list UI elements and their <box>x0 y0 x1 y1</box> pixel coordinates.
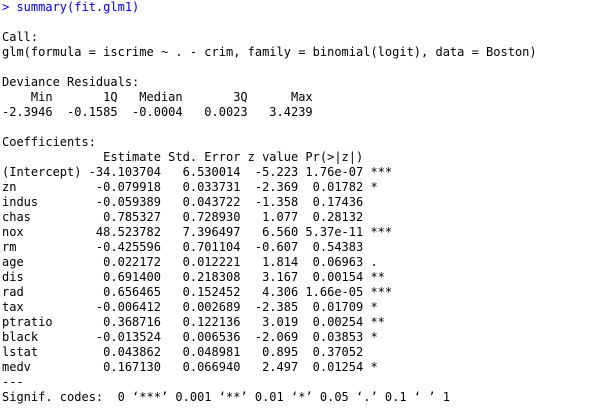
coefficient-row-zn: zn -0.079918 0.033731 -2.369 0.01782 * <box>2 180 393 194</box>
coefficient-row-rad: rad 0.656465 0.152452 4.306 1.66e-05 *** <box>2 285 393 299</box>
signif-codes-line: Signif. codes: 0 ‘***’ 0.001 ‘**’ 0.01 ‘… <box>2 390 450 404</box>
coefficient-row-nox: nox 48.523782 7.396497 6.560 5.37e-11 **… <box>2 225 393 239</box>
r-console-output: > summary(fit.glm1) Call: glm(formula = … <box>0 0 600 409</box>
coefficient-row-chas: chas 0.785327 0.728930 1.077 0.28132 <box>2 210 393 224</box>
coefficients-header: Coefficients: <box>2 135 96 149</box>
deviance-values-row: -2.3946 -0.1585 -0.0004 0.0023 3.4239 <box>2 105 328 119</box>
coefficient-row-rm: rm -0.425596 0.701104 -0.607 0.54383 <box>2 240 393 254</box>
command-line: > summary(fit.glm1) <box>2 0 140 14</box>
coefficient-row-dis: dis 0.691400 0.218308 3.167 0.00154 ** <box>2 270 393 284</box>
coefficients-column-header: Estimate Std. Error z value Pr(>|z|) <box>2 150 393 164</box>
coefficient-row-indus: indus -0.059389 0.043722 -1.358 0.17436 <box>2 195 393 209</box>
call-header: Call: <box>2 30 39 44</box>
coefficient-row-black: black -0.013524 0.006536 -2.069 0.03853 … <box>2 330 393 344</box>
coefficient-row-lstat: lstat 0.043862 0.048981 0.895 0.37052 <box>2 345 393 359</box>
separator-line: --- <box>2 375 24 389</box>
coefficient-row-ptratio: ptratio 0.368716 0.122136 3.019 0.00254 … <box>2 315 393 329</box>
coefficient-row-medv: medv 0.167130 0.066940 2.497 0.01254 * <box>2 360 393 374</box>
deviance-labels-row: Min 1Q Median 3Q Max <box>2 90 328 104</box>
coefficient-row-tax: tax -0.006412 0.002689 -2.385 0.01709 * <box>2 300 393 314</box>
deviance-residuals-header: Deviance Residuals: <box>2 75 140 89</box>
coefficient-row-intercept: (Intercept) -34.103704 6.530014 -5.223 1… <box>2 165 393 179</box>
call-text: glm(formula = iscrime ~ . - crim, family… <box>2 45 537 59</box>
coefficient-row-age: age 0.022172 0.012221 1.814 0.06963 . <box>2 255 393 269</box>
